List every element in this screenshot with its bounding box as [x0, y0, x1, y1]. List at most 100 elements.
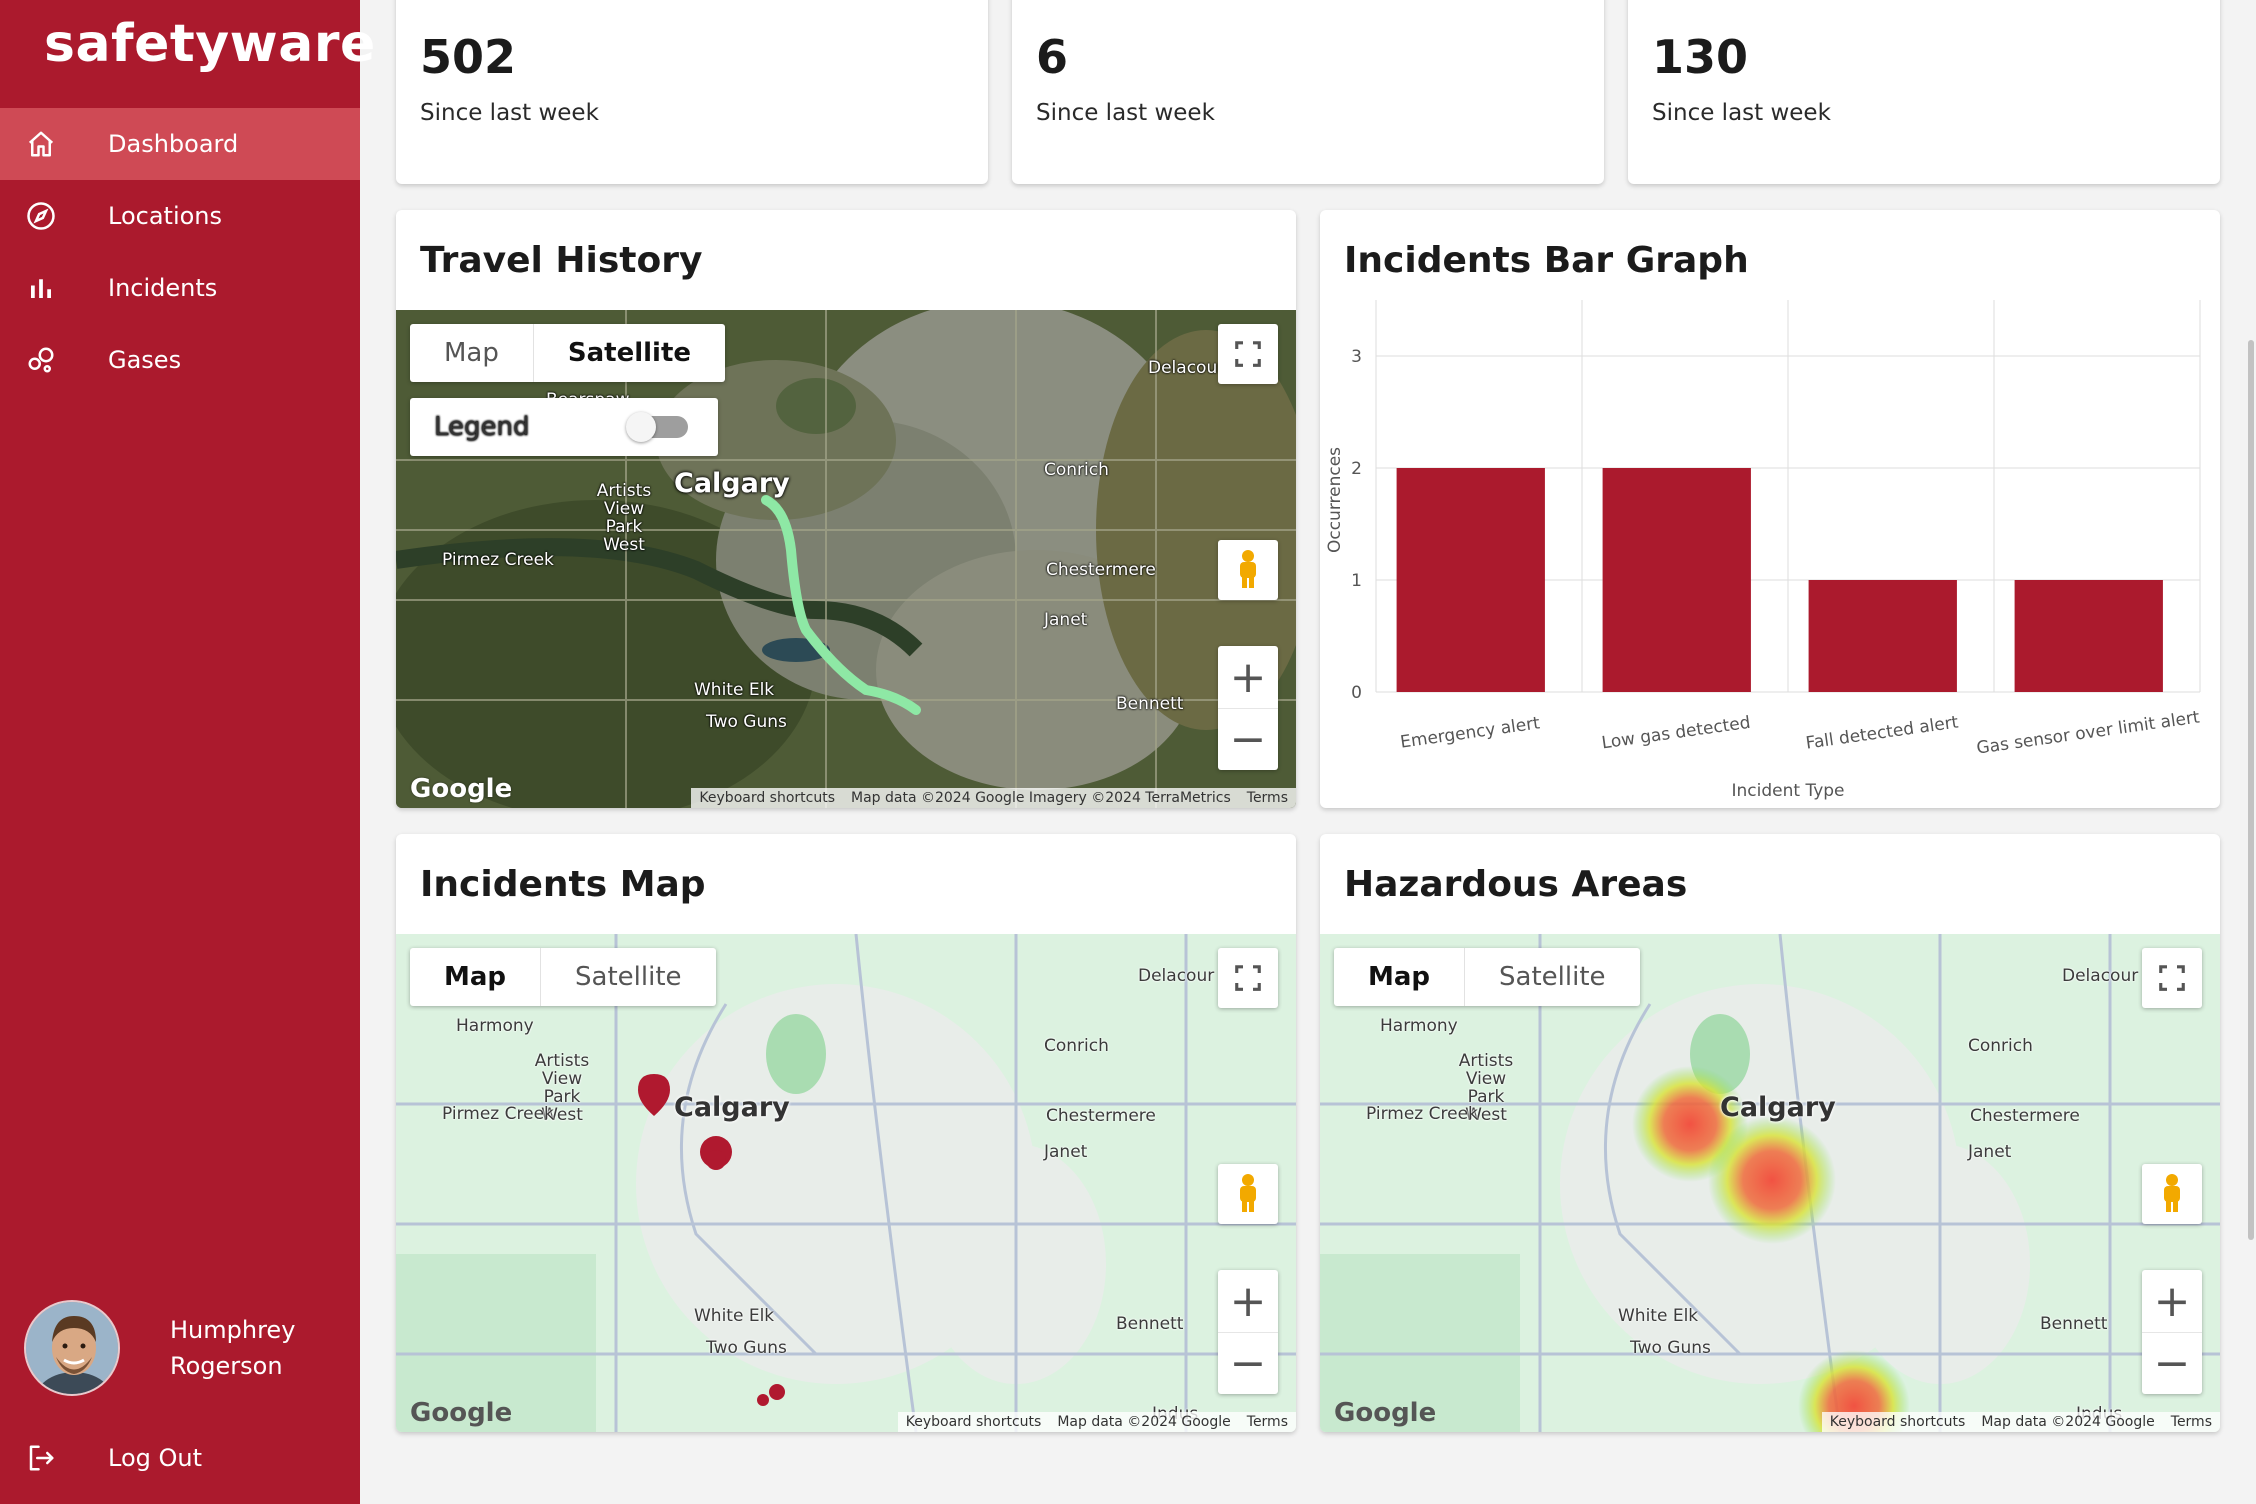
map-label: Chestermere — [1046, 1106, 1156, 1126]
street-view-button[interactable] — [1218, 540, 1278, 600]
legend-toggle[interactable] — [626, 412, 688, 442]
hazardous-areas-card: Hazardous Areas Calgary Harmony Artists … — [1320, 834, 2220, 1432]
map-label: Harmony — [1380, 1016, 1458, 1036]
stat-label: Since last week — [1652, 100, 1831, 126]
keyboard-shortcuts-link[interactable]: Keyboard shortcuts — [898, 1412, 1050, 1432]
stat-value: 6 — [1036, 30, 1069, 84]
compass-icon — [24, 199, 58, 233]
map-label: Pirmez Creek — [442, 550, 554, 570]
nav-label: Dashboard — [108, 130, 239, 158]
incidents-map-card: Incidents Map Calgary Bearspaw — [396, 834, 1296, 1432]
map-label: Pirmez Creek — [442, 1104, 554, 1124]
map-label: Chestermere — [1970, 1106, 2080, 1126]
nav-label: Incidents — [108, 274, 218, 302]
map-type-control: Map Satellite — [410, 948, 716, 1006]
map-type-map-button[interactable]: Map — [1334, 948, 1464, 1006]
zoom-out-button[interactable]: − — [2142, 1332, 2202, 1394]
x-tick-label: Fall detected alert — [1805, 712, 1960, 753]
map-label: Conrich — [1044, 460, 1109, 480]
map-data-text: Map data ©2024 Google — [1981, 1414, 2155, 1430]
map-attribution: Keyboard shortcuts Map data ©2024 Google… — [897, 1412, 1296, 1432]
map-label: White Elk — [694, 680, 775, 700]
stat-label: Since last week — [420, 100, 599, 126]
nav-item-gases[interactable]: Gases — [0, 324, 360, 396]
map-type-control: Map Satellite — [1334, 948, 1640, 1006]
y-axis-label: Occurrences — [1325, 447, 1345, 553]
map-type-satellite-button[interactable]: Satellite — [532, 324, 725, 382]
keyboard-shortcuts-link[interactable]: Keyboard shortcuts — [1822, 1412, 1974, 1432]
fullscreen-icon — [1235, 965, 1261, 991]
zoom-in-button[interactable]: + — [1218, 646, 1278, 708]
map-label-city: Calgary — [674, 468, 790, 499]
x-tick-label: Gas sensor over limit alert — [1975, 707, 2201, 758]
card-title: Travel History — [420, 240, 703, 281]
nav-item-locations[interactable]: Locations — [0, 180, 360, 252]
map-type-map-button[interactable]: Map — [410, 324, 533, 382]
stat-card-1: 502 Since last week — [396, 0, 988, 184]
logout-label: Log Out — [108, 1444, 203, 1472]
bubbles-icon — [24, 343, 58, 377]
incidents-map[interactable]: Calgary Bearspaw Harmony Artists View Pa… — [396, 934, 1296, 1432]
travel-history-map[interactable]: Calgary Bearspaw Artists View Park West … — [396, 310, 1296, 808]
map-label: Delacour — [1138, 966, 1215, 986]
keyboard-shortcuts-link[interactable]: Keyboard shortcuts — [691, 788, 843, 808]
map-label: Bennett — [1116, 1314, 1184, 1334]
sidebar: safetyware Dashboard Locations Incidents… — [0, 0, 375, 1504]
map-label: Janet — [1044, 1142, 1088, 1162]
fullscreen-button[interactable] — [2142, 948, 2202, 1008]
map-label: Bennett — [2040, 1314, 2108, 1334]
zoom-in-button[interactable]: + — [1218, 1270, 1278, 1332]
terms-link[interactable]: Terms — [1239, 788, 1296, 808]
street-view-button[interactable] — [1218, 1164, 1278, 1224]
map-label: White Elk — [1618, 1306, 1699, 1326]
zoom-out-button[interactable]: − — [1218, 708, 1278, 770]
map-label: Two Guns — [706, 1338, 787, 1358]
x-axis-label: Incident Type — [1732, 781, 1845, 801]
legend-label: Legend — [434, 412, 530, 442]
stat-value: 502 — [420, 30, 517, 84]
map-label: Artists View Park West — [596, 481, 652, 555]
map-label: Pirmez Creek — [1366, 1104, 1478, 1124]
map-data-text: Map data ©2024 Google Imagery ©2024 Terr… — [851, 790, 1231, 806]
fullscreen-button[interactable] — [1218, 948, 1278, 1008]
hazardous-areas-map[interactable]: Calgary Bearspaw Harmony Artists View Pa… — [1320, 934, 2220, 1432]
avatar[interactable] — [24, 1300, 120, 1396]
y-tick-label: 1 — [1351, 571, 1362, 591]
map-type-control: Map Satellite — [410, 324, 726, 382]
legend-control: Legend — [410, 398, 718, 456]
nav-item-dashboard[interactable]: Dashboard — [0, 108, 360, 180]
map-type-satellite-button[interactable]: Satellite — [540, 948, 716, 1006]
bar-2 — [1602, 468, 1751, 692]
map-type-map-button[interactable]: Map — [410, 948, 540, 1006]
terms-link[interactable]: Terms — [2163, 1412, 2220, 1432]
travel-history-card: Travel History Calgary Bearspaw Artists … — [396, 210, 1296, 808]
zoom-in-button[interactable]: + — [2142, 1270, 2202, 1332]
zoom-control: + − — [1218, 646, 1278, 770]
page-scrollbar[interactable] — [2248, 340, 2254, 1240]
fullscreen-icon — [2159, 965, 2185, 991]
nav-item-incidents[interactable]: Incidents — [0, 252, 360, 324]
card-title: Hazardous Areas — [1344, 864, 1688, 905]
nav-label: Gases — [108, 346, 182, 374]
terms-link[interactable]: Terms — [1239, 1412, 1296, 1432]
map-type-satellite-button[interactable]: Satellite — [1464, 948, 1640, 1006]
map-label: Conrich — [1968, 1036, 2033, 1056]
map-label: Two Guns — [706, 712, 787, 732]
bar-4 — [2014, 580, 2163, 692]
map-label: White Elk — [694, 1306, 775, 1326]
fullscreen-button[interactable] — [1218, 324, 1278, 384]
street-view-button[interactable] — [2142, 1164, 2202, 1224]
incidents-bar-card: Incidents Bar Graph 0 1 2 3 Emergency alert L… — [1320, 210, 2220, 808]
logout-icon — [24, 1441, 58, 1475]
home-icon — [24, 127, 58, 161]
x-tick-label: Emergency alert — [1399, 713, 1541, 752]
bar-3 — [1808, 580, 1957, 692]
map-label-city: Calgary — [674, 1092, 790, 1123]
pegman-icon — [2164, 1174, 2180, 1212]
zoom-out-button[interactable]: − — [1218, 1332, 1278, 1394]
bar-1 — [1396, 468, 1545, 692]
stat-card-3: 130 Since last week — [1628, 0, 2220, 184]
logout-button[interactable]: Log Out — [0, 1422, 360, 1494]
fullscreen-icon — [1235, 341, 1261, 367]
incidents-bar-chart: 0 1 2 3 Emergency alert Low gas detected Fall … — [1325, 300, 2201, 801]
